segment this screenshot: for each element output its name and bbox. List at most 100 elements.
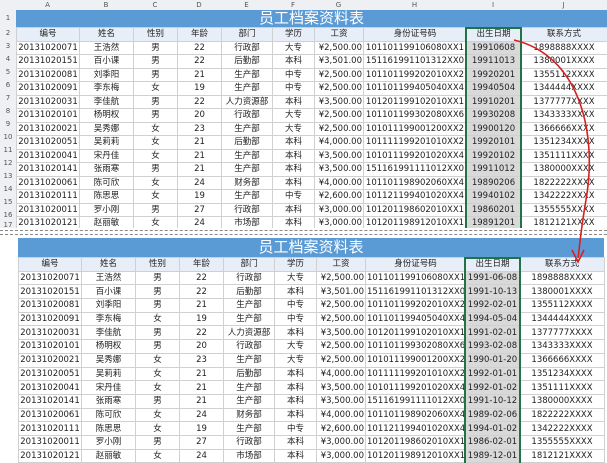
table-cell[interactable]: 行政部 (221, 40, 273, 55)
table-cell[interactable]: 19 (179, 311, 224, 327)
table-cell[interactable]: 1822222XXXX (519, 407, 605, 423)
table-cell[interactable]: 20131020021 (18, 352, 82, 368)
table-cell[interactable]: 1991-10-13 (465, 284, 520, 300)
table-cell[interactable]: 101101198902060XX4 (365, 407, 466, 423)
table-cell[interactable]: 1989-02-06 (465, 407, 520, 423)
table-cell[interactable]: 20131020021 (16, 121, 80, 136)
table-cell[interactable]: ¥3,501.00 (316, 284, 366, 300)
row-number[interactable]: 6 (0, 79, 16, 92)
column-header-cell[interactable]: 部门 (221, 27, 273, 42)
table-cell[interactable]: 陈可欣 (79, 175, 134, 190)
table-cell[interactable]: 生产部 (223, 421, 275, 436)
table-cell[interactable]: 19920201 (466, 67, 521, 82)
table-cell[interactable]: 后勤部 (223, 284, 275, 300)
table-cell[interactable]: 女 (135, 421, 180, 436)
row-number[interactable]: 4 (0, 53, 16, 66)
table-cell[interactable]: 101101199302080XX6 (365, 339, 466, 354)
table-cell[interactable]: ¥3,501.00 (314, 54, 364, 69)
table-cell[interactable]: 20131020041 (18, 380, 82, 395)
table-cell[interactable]: 本科 (272, 175, 315, 190)
column-header-cell[interactable]: 出生日期 (465, 257, 520, 272)
table-cell[interactable]: ¥4,000.00 (316, 407, 366, 423)
table-cell[interactable]: 大专 (274, 270, 317, 286)
table-cell[interactable]: 李佳航 (79, 94, 134, 109)
table-cell[interactable]: 男 (135, 434, 180, 450)
table-cell[interactable]: 1377777XXXX (519, 325, 605, 341)
table-cell[interactable]: 1366666XXXX (519, 352, 605, 368)
table-cell[interactable]: ¥3,000.00 (316, 434, 366, 450)
table-cell[interactable]: 行政部 (221, 108, 273, 123)
table-cell[interactable]: 1380000XXXX (519, 393, 605, 409)
column-header-cell[interactable]: 部门 (223, 257, 275, 272)
table-cell[interactable]: 张雨寒 (81, 393, 136, 409)
table-cell[interactable]: 1366666XXXX (520, 121, 607, 136)
table-cell[interactable]: 女 (133, 81, 178, 96)
table-cell[interactable]: 20131020061 (18, 407, 82, 423)
table-cell[interactable]: 101011199001200XX2 (363, 121, 467, 136)
table-cell[interactable]: ¥2,500.00 (316, 352, 366, 368)
table-cell[interactable]: 20131020091 (18, 311, 82, 327)
table-cell[interactable]: 女 (135, 311, 180, 327)
table-cell[interactable]: 20131020111 (16, 189, 80, 204)
table-cell[interactable]: 1992-02-01 (465, 298, 520, 313)
table-cell[interactable]: 吴秀娜 (79, 121, 134, 136)
column-letter[interactable]: B (79, 0, 133, 10)
table-cell[interactable]: 本科 (272, 94, 315, 109)
table-cell[interactable]: 生产部 (223, 298, 275, 313)
row-number[interactable]: 2 (0, 27, 16, 40)
table-cell[interactable]: 101011199001200XX2 (365, 352, 466, 368)
table-cell[interactable]: 19900120 (466, 121, 521, 136)
table-cell[interactable]: 1992-01-02 (465, 380, 520, 395)
table-cell[interactable]: ¥3,500.00 (316, 380, 366, 395)
table-cell[interactable]: 19891201 (466, 216, 521, 228)
table-cell[interactable]: 1990-01-20 (465, 352, 520, 368)
table-cell[interactable]: 本科 (274, 393, 317, 409)
table-cell[interactable]: 20131020081 (16, 67, 80, 82)
table-cell[interactable]: 罗小刚 (79, 202, 134, 217)
row-number[interactable]: 7 (0, 92, 16, 105)
table-cell[interactable]: 人力资源部 (223, 325, 275, 341)
table-cell[interactable]: 大专 (272, 121, 315, 136)
column-header-cell[interactable]: 编号 (18, 257, 82, 272)
table-cell[interactable]: 本科 (272, 202, 315, 217)
table-cell[interactable]: 20131020151 (16, 54, 80, 69)
column-letter[interactable]: H (363, 0, 466, 10)
row-number[interactable]: 12 (0, 157, 16, 170)
table-cell[interactable]: 1377777XXXX (520, 94, 607, 109)
row-number[interactable]: 1 (0, 10, 16, 27)
table-cell[interactable]: 22 (177, 54, 222, 69)
table-cell[interactable]: 李东梅 (79, 81, 134, 96)
table-cell[interactable]: 1812121XXXX (520, 216, 607, 228)
table-cell[interactable]: 1343333XXXX (520, 108, 607, 123)
table-cell[interactable]: 女 (133, 216, 178, 228)
table-cell[interactable]: 杨明权 (81, 339, 136, 354)
table-cell[interactable]: 21 (177, 67, 222, 82)
table-cell[interactable]: 吴莉莉 (81, 366, 136, 382)
table-cell[interactable]: 1380000XXXX (520, 162, 607, 177)
table-cell[interactable]: 生产部 (221, 67, 273, 82)
table-cell[interactable]: 20131020151 (18, 284, 82, 300)
table-cell[interactable]: 21 (177, 162, 222, 177)
table-cell[interactable]: 24 (179, 448, 224, 463)
table-cell[interactable]: 1993-02-08 (465, 339, 520, 354)
table-cell[interactable]: 男 (133, 202, 178, 217)
table-cell[interactable]: 20131020121 (16, 216, 80, 228)
row-number[interactable]: 9 (0, 118, 16, 131)
row-number[interactable]: 5 (0, 66, 16, 79)
table-cell[interactable]: 女 (133, 148, 178, 163)
table-cell[interactable]: 女 (133, 121, 178, 136)
table-cell[interactable]: 本科 (274, 448, 317, 463)
table-cell[interactable]: 女 (133, 175, 178, 190)
table-cell[interactable]: 女 (135, 407, 180, 423)
table-cell[interactable]: 大专 (274, 339, 317, 354)
table-cell[interactable]: 1355112XXXX (519, 298, 605, 313)
table-cell[interactable]: 24 (177, 175, 222, 190)
table-cell[interactable]: 女 (135, 366, 180, 382)
table-cell[interactable]: 24 (177, 216, 222, 228)
row-number[interactable]: 8 (0, 105, 16, 118)
table-cell[interactable]: 男 (135, 393, 180, 409)
table-cell[interactable]: 1380001XXXX (519, 284, 605, 300)
row-number[interactable]: 14 (0, 183, 16, 196)
column-header-cell[interactable]: 姓名 (79, 27, 134, 42)
table-cell[interactable]: 101101199106080XX1 (365, 270, 466, 286)
